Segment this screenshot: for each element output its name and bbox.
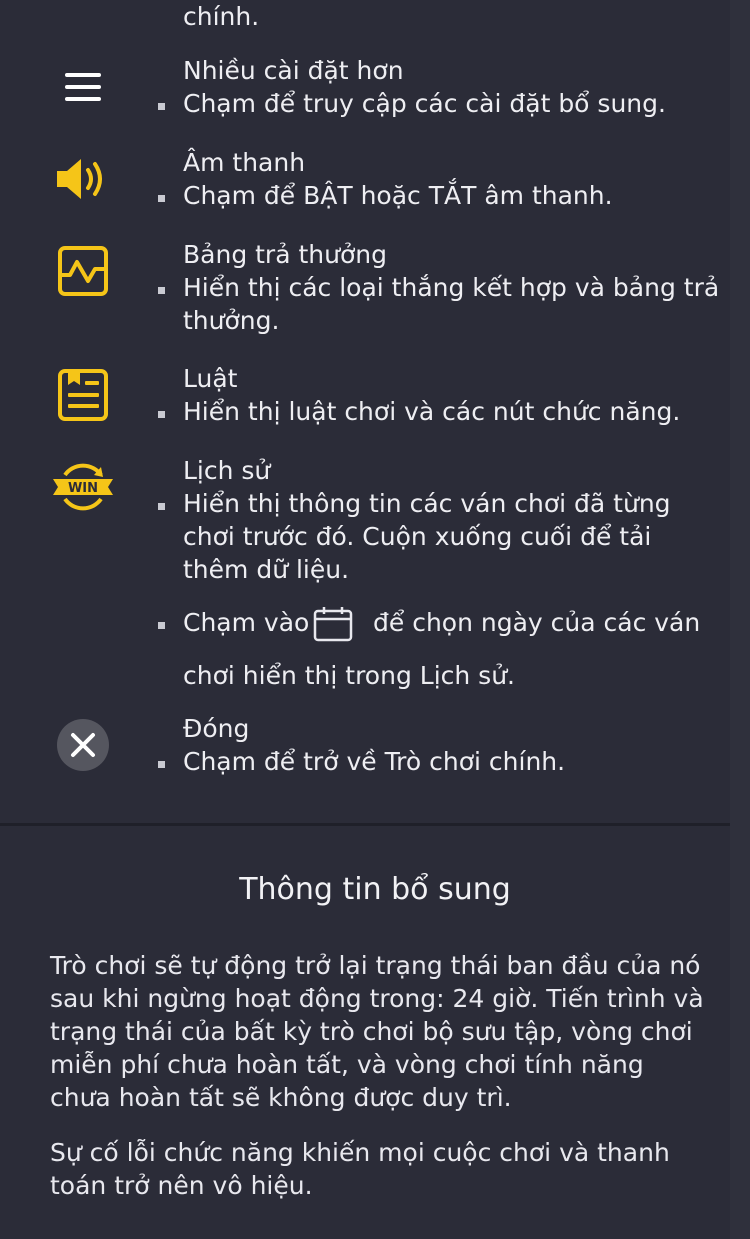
- calendar-hint-suffix: để chọn ngày của các ván: [373, 608, 701, 637]
- control-item-title: Luật: [183, 364, 238, 393]
- calendar-icon: [313, 606, 353, 648]
- bullet-list: Chạm để truy cập các cài đặt bổ sung.: [158, 87, 723, 120]
- bullet-item: Chạm để BẬT hoặc TẮT âm thanh.: [158, 179, 723, 212]
- bullet-list: Hiển thị thông tin các ván chơi đã từng …: [158, 487, 723, 586]
- calendar-hint: Chạm vào để chọn ngày của các ván: [158, 606, 723, 648]
- bullet-item: Hiển thị luật chơi và các nút chức năng.: [158, 395, 723, 428]
- menu-icon: [42, 46, 124, 128]
- calendar-hint-line2: chơi hiển thị trong Lịch sử.: [183, 661, 515, 690]
- paytable-icon: [42, 230, 124, 312]
- bullet-marker: [158, 622, 165, 629]
- bullet-list: Hiển thị luật chơi và các nút chức năng.: [158, 395, 723, 428]
- control-item-text: Bảng trả thưởng Hiển thị các loại thắng …: [158, 238, 723, 337]
- close-icon: [42, 704, 124, 786]
- control-item-title: Bảng trả thưởng: [183, 240, 387, 269]
- controls-list: chính. Nhiều cài đặt hơn Chạm để truy cậ…: [0, 0, 750, 822]
- calendar-hint-prefix: Chạm vào: [183, 608, 310, 637]
- control-item-text: Đóng Chạm để trở về Trò chơi chính.: [158, 712, 723, 778]
- win-history-icon: WIN: [42, 446, 124, 528]
- bullet-list: Chạm để BẬT hoặc TẮT âm thanh.: [158, 179, 723, 212]
- bullet-item: Chạm để truy cập các cài đặt bổ sung.: [158, 87, 723, 120]
- help-page: chính. Nhiều cài đặt hơn Chạm để truy cậ…: [0, 0, 750, 1239]
- control-item-title: Âm thanh: [183, 148, 306, 177]
- fragment-text: chính.: [183, 2, 260, 31]
- info-paragraph: Sự cố lỗi chức năng khiến mọi cuộc chơi …: [50, 1138, 670, 1200]
- rules-icon: [42, 354, 124, 436]
- control-item-text: Luật Hiển thị luật chơi và các nút chức …: [158, 362, 723, 428]
- info-paragraph: Trò chơi sẽ tự động trở lại trạng thái b…: [50, 951, 704, 1112]
- control-item-text: Âm thanh Chạm để BẬT hoặc TẮT âm thanh.: [158, 146, 723, 212]
- control-item-title: Lịch sử: [183, 456, 271, 485]
- control-item-title: Nhiều cài đặt hơn: [183, 56, 404, 85]
- section-heading: Thông tin bổ sung: [239, 872, 511, 907]
- additional-info-section: Thông tin bổ sung Trò chơi sẽ tự động tr…: [0, 826, 750, 1239]
- control-item-text: Lịch sử Hiển thị thông tin các ván chơi …: [158, 454, 723, 586]
- bullet-item: Hiển thị các loại thắng kết hợp và bảng …: [158, 271, 723, 337]
- svg-text:WIN: WIN: [68, 481, 98, 496]
- control-item-title: Đóng: [183, 714, 250, 743]
- bullet-list: Hiển thị các loại thắng kết hợp và bảng …: [158, 271, 723, 337]
- bullet-item: Chạm để trở về Trò chơi chính.: [158, 745, 723, 778]
- speaker-icon: [42, 138, 124, 220]
- bullet-list: Chạm để trở về Trò chơi chính.: [158, 745, 723, 778]
- text-fragment: chính.: [183, 0, 723, 33]
- control-item-text: Nhiều cài đặt hơn Chạm để truy cập các c…: [158, 54, 723, 120]
- bullet-item: Hiển thị thông tin các ván chơi đã từng …: [158, 487, 723, 586]
